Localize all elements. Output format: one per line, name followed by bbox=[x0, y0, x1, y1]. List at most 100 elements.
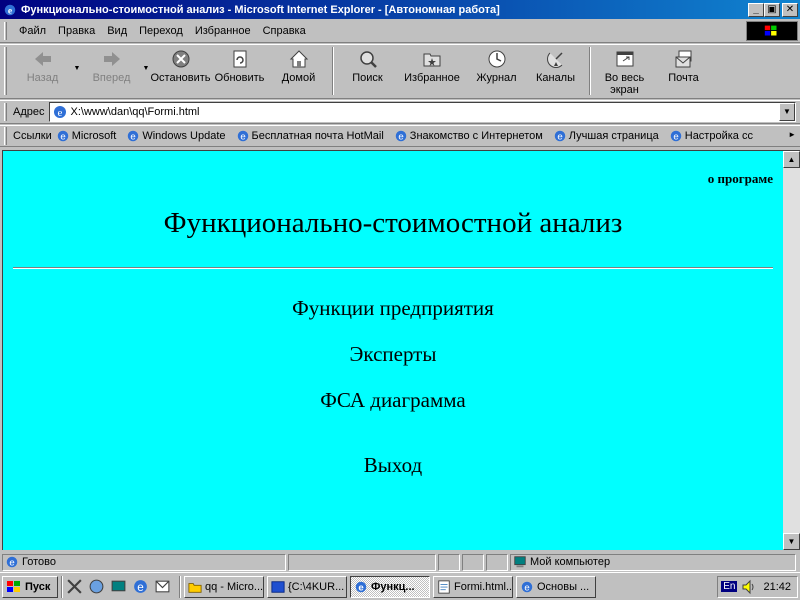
start-button[interactable]: Пуск bbox=[2, 575, 58, 598]
ie-page-icon: e bbox=[237, 130, 248, 143]
about-link[interactable]: о програме bbox=[708, 171, 773, 187]
address-value: X:\www\dan\qq\Formi.html bbox=[70, 106, 200, 118]
ie-icon: e bbox=[4, 4, 16, 16]
status-panel bbox=[462, 553, 484, 571]
task-button-osnovy[interactable]: e Основы ... bbox=[516, 575, 596, 598]
mail-button[interactable]: Почта bbox=[654, 45, 713, 84]
quicklaunch-ie-icon[interactable]: e bbox=[132, 578, 149, 595]
title-bar: e Функционально-стоимостной анализ - Mic… bbox=[0, 0, 800, 19]
status-panel bbox=[486, 553, 508, 571]
window-title: Функционально-стоимостной анализ - Micro… bbox=[21, 3, 500, 16]
svg-text:e: e bbox=[398, 132, 403, 143]
browser-viewport: о програме Функционально-стоимостной ана… bbox=[2, 150, 800, 550]
vertical-scrollbar[interactable]: ▲ ▼ bbox=[783, 151, 800, 550]
security-zone-panel: Мой компьютер bbox=[510, 553, 796, 571]
status-panel bbox=[438, 553, 460, 571]
links-bar: Ссылки e Microsoft e Windows Update e Беспл… bbox=[0, 125, 800, 147]
menu-favorites[interactable]: Избранное bbox=[189, 23, 257, 39]
scroll-up-button[interactable]: ▲ bbox=[783, 151, 800, 168]
home-button[interactable]: Домой bbox=[269, 45, 328, 84]
refresh-icon bbox=[233, 50, 246, 68]
fullscreen-button[interactable]: Во весь экран bbox=[595, 45, 654, 96]
nav-link-experts[interactable]: Эксперты bbox=[3, 342, 783, 367]
svg-text:e: e bbox=[557, 132, 562, 143]
nav-link-exit[interactable]: Выход bbox=[3, 453, 783, 478]
menu-edit[interactable]: Правка bbox=[52, 23, 101, 39]
quicklaunch-tool-icon[interactable] bbox=[66, 578, 83, 595]
link-settings[interactable]: e Настройка сс bbox=[669, 129, 753, 143]
svg-text:e: e bbox=[8, 5, 13, 16]
status-text-panel: e Готово bbox=[2, 553, 286, 571]
page-heading: Функционально-стоимостной анализ bbox=[163, 207, 623, 239]
link-microsoft[interactable]: e Microsoft bbox=[56, 129, 116, 143]
task-button-qq[interactable]: qq - Micro... bbox=[184, 575, 264, 598]
clock[interactable]: 21:42 bbox=[763, 581, 791, 593]
menu-bar: Файл Правка Вид Переход Избранное Справк… bbox=[0, 19, 800, 43]
forward-button[interactable]: Вперед bbox=[82, 45, 141, 84]
address-bar: Адрес e X:\www\dan\qq\Formi.html ▼ bbox=[0, 100, 800, 124]
forward-arrow-icon bbox=[103, 52, 120, 66]
svg-text:e: e bbox=[137, 581, 144, 594]
toolbar-separator bbox=[589, 47, 591, 95]
folder-icon bbox=[188, 582, 202, 593]
menu-go[interactable]: Переход bbox=[133, 23, 189, 39]
nav-link-functions[interactable]: Функции предприятия bbox=[3, 296, 783, 321]
link-best-page[interactable]: e Лучшая страница bbox=[553, 129, 659, 143]
ie-page-icon: e bbox=[670, 130, 681, 143]
search-button[interactable]: Поиск bbox=[338, 45, 397, 84]
minimize-button[interactable]: _ bbox=[748, 2, 764, 17]
toolbar-grip[interactable] bbox=[4, 127, 7, 145]
back-button[interactable]: Назад bbox=[13, 45, 72, 84]
svg-text:e: e bbox=[9, 558, 14, 569]
scroll-down-button[interactable]: ▼ bbox=[783, 533, 800, 550]
toolbar-separator bbox=[332, 47, 334, 95]
address-input[interactable]: e X:\www\dan\qq\Formi.html ▼ bbox=[48, 102, 796, 122]
quicklaunch-network-icon[interactable] bbox=[88, 578, 105, 595]
task-button-formi[interactable]: Formi.html... bbox=[433, 575, 513, 598]
history-button[interactable]: Журнал bbox=[467, 45, 526, 84]
task-button-4kur[interactable]: {C:\4KUR... bbox=[267, 575, 347, 598]
toolbar-grip[interactable] bbox=[4, 21, 7, 40]
task-button-ie-active[interactable]: e Функц... bbox=[350, 575, 430, 598]
svg-text:e: e bbox=[524, 582, 529, 593]
menu-help[interactable]: Справка bbox=[257, 23, 312, 39]
svg-text:e: e bbox=[240, 132, 245, 143]
link-windows-update[interactable]: e Windows Update bbox=[126, 129, 226, 143]
forward-dropdown[interactable]: ▼ bbox=[141, 45, 151, 72]
page-icon: e bbox=[53, 106, 66, 119]
close-button[interactable]: ✕ bbox=[782, 2, 798, 17]
ie-page-icon: e bbox=[554, 130, 566, 143]
toolbar-grip[interactable] bbox=[4, 47, 7, 95]
link-internet-intro[interactable]: e Знакомство с Интернетом bbox=[394, 129, 543, 143]
svg-text:e: e bbox=[673, 132, 678, 143]
status-progress-panel bbox=[288, 553, 436, 571]
address-dropdown-button[interactable]: ▼ bbox=[779, 103, 795, 121]
link-hotmail[interactable]: e Бесплатная почта HotMail bbox=[236, 129, 384, 143]
menu-file[interactable]: Файл bbox=[13, 23, 52, 39]
page-done-icon: e bbox=[6, 556, 18, 569]
history-icon bbox=[488, 50, 505, 68]
back-dropdown[interactable]: ▼ bbox=[72, 45, 82, 72]
svg-text:e: e bbox=[60, 132, 65, 143]
quicklaunch-desktop-icon[interactable] bbox=[110, 578, 127, 595]
page-content: о програме Функционально-стоимостной ана… bbox=[3, 151, 783, 550]
language-indicator[interactable]: En bbox=[721, 581, 738, 592]
stop-icon bbox=[172, 50, 189, 68]
menu-view[interactable]: Вид bbox=[101, 23, 133, 39]
refresh-button[interactable]: Обновить bbox=[210, 45, 269, 84]
status-bar: e Готово Мой компьютер bbox=[0, 552, 800, 572]
favorites-button[interactable]: Избранное bbox=[397, 45, 467, 84]
ie-page-icon: e bbox=[128, 130, 139, 143]
notepad-icon bbox=[438, 579, 450, 594]
stop-button[interactable]: Остановить bbox=[150, 45, 211, 84]
channels-button[interactable]: Каналы bbox=[526, 45, 585, 84]
volume-icon[interactable] bbox=[741, 579, 757, 595]
address-label: Адрес bbox=[13, 106, 45, 118]
nav-link-fsa-diagram[interactable]: ФСА диаграмма bbox=[3, 388, 783, 413]
more-links-chevron-icon[interactable]: ► bbox=[788, 130, 796, 139]
toolbar-grip[interactable] bbox=[4, 103, 7, 121]
ie-icon: e bbox=[355, 581, 367, 593]
ie-page-icon: e bbox=[57, 130, 68, 143]
maximize-button[interactable]: ▣ bbox=[764, 2, 780, 17]
quicklaunch-outlook-icon[interactable] bbox=[154, 578, 171, 595]
